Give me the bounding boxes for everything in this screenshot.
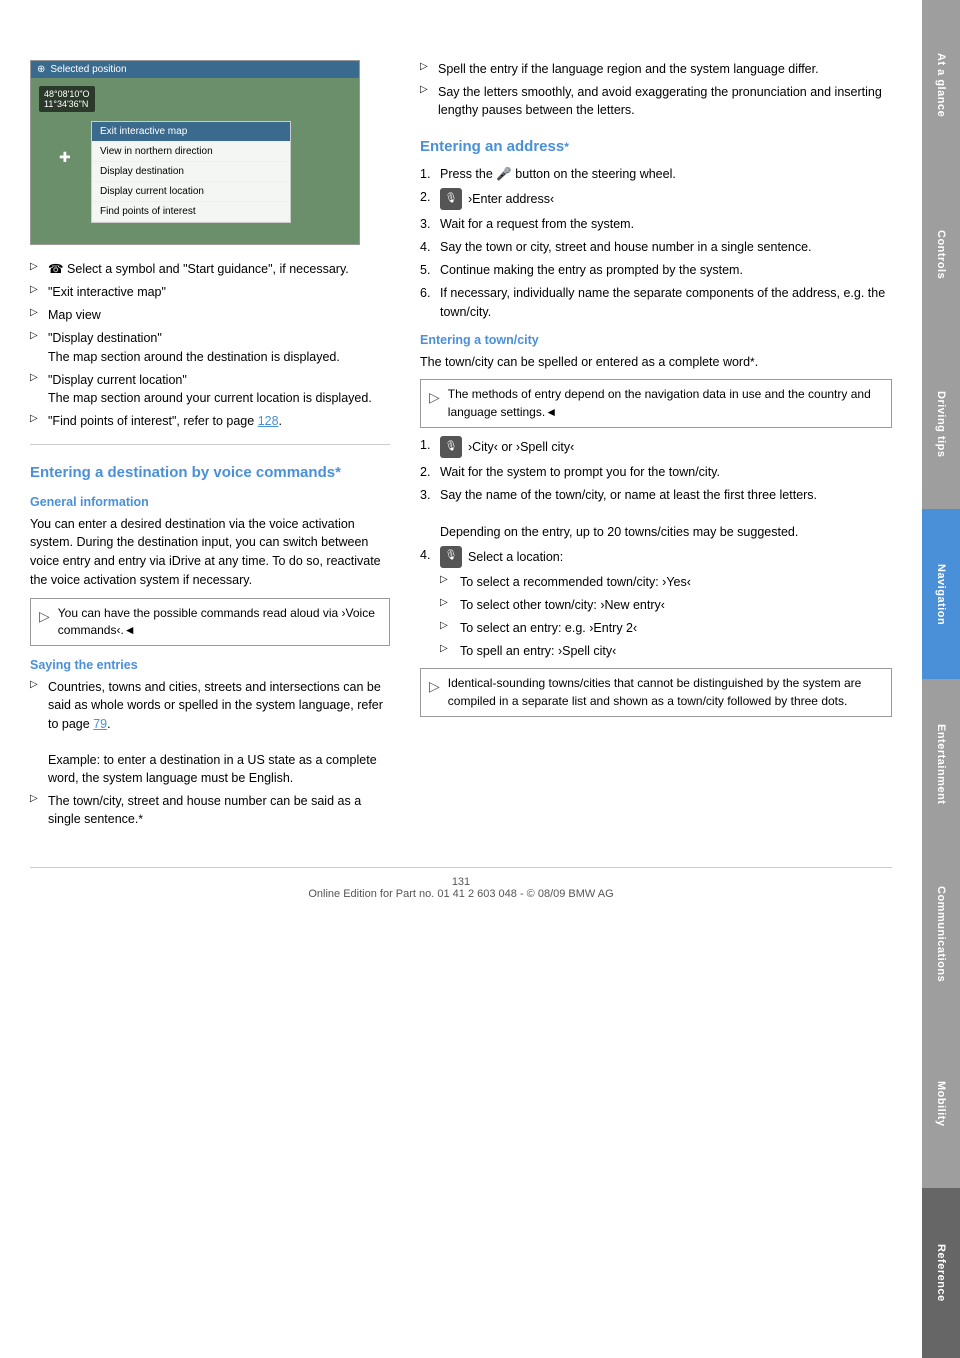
map-options-list: ☎ Select a symbol and "Start guidance", … (30, 260, 390, 430)
note-icon: ▷ (39, 606, 50, 626)
nav-top-bar-label: Selected position (50, 64, 126, 75)
list-item-display-dest: "Display destination"The map section aro… (30, 329, 390, 365)
address-step-3: 3. Wait for a request from the system. (420, 215, 892, 233)
town-step-3: 3. Say the name of the town/city, or nam… (420, 486, 892, 540)
right-bullet-2: Say the letters smoothly, and avoid exag… (420, 83, 892, 119)
voice-icon-town-4: 🎙 (440, 546, 462, 568)
saying-item-1: Countries, towns and cities, streets and… (30, 678, 390, 787)
saying-entries-list: Countries, towns and cities, streets and… (30, 678, 390, 828)
section-divider (30, 444, 390, 445)
saying-entries-heading: Saying the entries (30, 658, 390, 672)
sub-item-entry-num: To select an entry: e.g. ›Entry 2‹ (440, 619, 892, 637)
side-tabs: At a glance Controls Driving tips Naviga… (922, 0, 960, 1358)
address-steps-list: 1. Press the 🎤 button on the steering wh… (420, 165, 892, 321)
right-bullets-top: Spell the entry if the language region a… (420, 60, 892, 119)
page-number: 131 (452, 876, 470, 888)
entering-town-heading: Entering a town/city (420, 333, 892, 347)
right-bullet-1: Spell the entry if the language region a… (420, 60, 892, 78)
identical-towns-note: ▷ Identical-sounding towns/cities that c… (420, 668, 892, 717)
menu-item-view-north[interactable]: View in northern direction (92, 142, 290, 162)
general-info-text: You can enter a desired destination via … (30, 515, 390, 590)
town-note-text: The methods of entry depend on the navig… (448, 386, 883, 421)
tab-driving-tips[interactable]: Driving tips (922, 340, 960, 510)
page-link-128[interactable]: 128 (258, 414, 279, 428)
list-item-find-poi: "Find points of interest", refer to page… (30, 412, 390, 430)
sub-item-new-entry: To select other town/city: ›New entry‹ (440, 596, 892, 614)
town-step-4: 4. 🎙 Select a location: To select a reco… (420, 546, 892, 661)
town-intro-text: The town/city can be spelled or entered … (420, 353, 892, 372)
entering-address-heading: Entering an address* (420, 137, 892, 157)
entering-dest-heading: Entering a destination by voice commands… (30, 463, 390, 483)
menu-item-exit[interactable]: Exit interactive map (92, 122, 290, 142)
note-icon-identical: ▷ (429, 676, 440, 696)
nav-screenshot: ⊕ Selected position 48°08'10"O 11°34'36"… (30, 60, 360, 245)
tab-entertainment[interactable]: Entertainment (922, 679, 960, 849)
note-icon-town: ▷ (429, 387, 440, 407)
town-nav-note: ▷ The methods of entry depend on the nav… (420, 379, 892, 428)
nav-coordinates: 48°08'10"O 11°34'36"N (39, 86, 95, 112)
town-step-1: 1. 🎙 ›City‹ or ›Spell city‹ (420, 436, 892, 458)
two-column-layout: ⊕ Selected position 48°08'10"O 11°34'36"… (30, 60, 892, 837)
tab-mobility[interactable]: Mobility (922, 1019, 960, 1189)
menu-item-display-dest[interactable]: Display destination (92, 162, 290, 182)
coord2: 11°34'36"N (44, 99, 90, 109)
address-step-5: 5. Continue making the entry as prompted… (420, 261, 892, 279)
address-step-1: 1. Press the 🎤 button on the steering wh… (420, 165, 892, 183)
list-item-exit-map: "Exit interactive map" (30, 283, 390, 301)
tab-navigation[interactable]: Navigation (922, 509, 960, 679)
address-step-6: 6. If necessary, individually name the s… (420, 284, 892, 320)
address-step-2: 2. 🎙 ›Enter address‹ (420, 188, 892, 210)
map-position-marker: ✚ (59, 149, 71, 166)
page-footer: 131 Online Edition for Part no. 01 41 2 … (30, 867, 892, 900)
list-item-symbol: ☎ Select a symbol and "Start guidance", … (30, 260, 390, 278)
sub-item-yes: To select a recommended town/city: ›Yes‹ (440, 573, 892, 591)
identical-towns-text: Identical-sounding towns/cities that can… (448, 675, 883, 710)
address-step-4: 4. Say the town or city, street and hous… (420, 238, 892, 256)
nav-menu-overlay: Exit interactive map View in northern di… (91, 121, 291, 223)
location-sub-list: To select a recommended town/city: ›Yes‹… (440, 573, 892, 661)
saying-item-2: The town/city, street and house number c… (30, 792, 390, 829)
voice-commands-note: ▷ You can have the possible commands rea… (30, 598, 390, 647)
tab-controls[interactable]: Controls (922, 170, 960, 340)
coord1: 48°08'10"O (44, 89, 90, 99)
left-column: ⊕ Selected position 48°08'10"O 11°34'36"… (30, 60, 390, 837)
list-item-display-loc: "Display current location"The map sectio… (30, 371, 390, 407)
sub-item-spell: To spell an entry: ›Spell city‹ (440, 642, 892, 660)
menu-item-find-poi[interactable]: Find points of interest (92, 202, 290, 222)
nav-icon: ⊕ (37, 64, 45, 75)
town-steps-list: 1. 🎙 ›City‹ or ›Spell city‹ 2. Wait for … (420, 436, 892, 660)
town-step-2: 2. Wait for the system to prompt you for… (420, 463, 892, 481)
footer-text: Online Edition for Part no. 01 41 2 603 … (308, 888, 613, 900)
voice-commands-note-text: You can have the possible commands read … (58, 605, 381, 640)
list-item-map-view: Map view (30, 306, 390, 324)
menu-item-display-loc[interactable]: Display current location (92, 182, 290, 202)
nav-top-bar: ⊕ Selected position (31, 61, 359, 78)
right-column: Spell the entry if the language region a… (420, 60, 892, 837)
page-link-79[interactable]: 79 (93, 717, 107, 731)
general-info-heading: General information (30, 495, 390, 509)
tab-reference[interactable]: Reference (922, 1188, 960, 1358)
voice-icon-2: 🎙 (440, 188, 462, 210)
voice-icon-town-1: 🎙 (440, 436, 462, 458)
main-content: ⊕ Selected position 48°08'10"O 11°34'36"… (0, 0, 922, 940)
tab-at-a-glance[interactable]: At a glance (922, 0, 960, 170)
tab-communications[interactable]: Communications (922, 849, 960, 1019)
